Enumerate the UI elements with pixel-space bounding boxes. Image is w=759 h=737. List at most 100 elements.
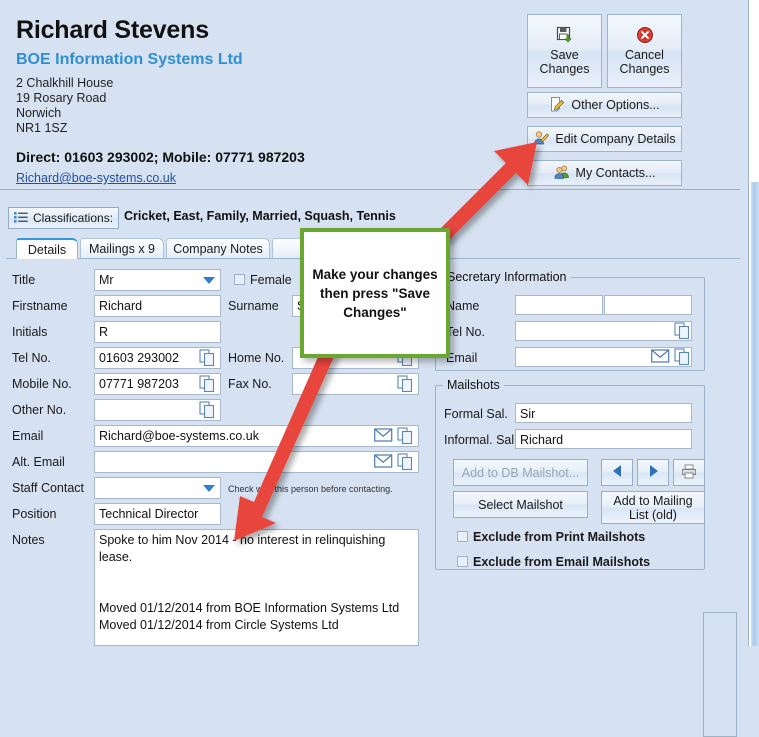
copy-pages-icon[interactable]: [199, 375, 216, 393]
chevron-down-icon: [200, 480, 218, 496]
red-cancel-circle-icon: [636, 26, 654, 44]
add-mailing-line1: Add to Mailing: [613, 493, 693, 508]
address-line: NR1 1SZ: [16, 121, 68, 135]
envelope-icon[interactable]: [374, 453, 393, 471]
exclude-email-label: Exclude from Email Mailshots: [473, 555, 651, 569]
firstname-field[interactable]: Richard: [94, 295, 221, 317]
mailshots-group-title: Mailshots: [443, 378, 504, 392]
mobile-label: Mobile No.: [12, 377, 72, 391]
save-changes-label: Save Changes: [539, 48, 589, 76]
add-to-db-mailshot-label: Add to DB Mailshot...: [461, 465, 580, 480]
list-bullets-icon: [14, 211, 28, 226]
envelope-icon[interactable]: [651, 348, 670, 366]
save-disk-icon: [556, 26, 574, 44]
chevron-down-icon: [200, 272, 218, 288]
position-label: Position: [12, 507, 57, 521]
exclude-email-checkbox[interactable]: [457, 556, 468, 567]
my-contacts-button[interactable]: My Contacts...: [527, 160, 682, 186]
copy-pages-icon[interactable]: [674, 322, 691, 340]
alt-email-label: Alt. Email: [12, 455, 65, 469]
female-label: Female: [250, 273, 292, 287]
save-changes-button[interactable]: Save Changes: [527, 14, 602, 88]
secretary-name-label: Name: [446, 299, 480, 313]
secretary-lastname-field[interactable]: [604, 295, 692, 315]
save-line1: Save: [550, 48, 579, 62]
secretary-tel-field[interactable]: [515, 321, 692, 341]
address-line: Norwich: [16, 106, 62, 120]
firstname-label: Firstname: [12, 299, 68, 313]
cancel-changes-button[interactable]: Cancel Changes: [607, 14, 682, 88]
secretary-email-label: Email: [446, 351, 478, 365]
address-block: 2 Chalkhill House 19 Rosary Road Norwich…: [16, 76, 113, 136]
contact-record-window: Richard Stevens BOE Information Systems …: [0, 0, 759, 737]
secretary-tel-label: Tel No.: [446, 325, 485, 339]
printer-icon: [681, 464, 697, 482]
save-line2: Changes: [539, 62, 590, 76]
company-name: BOE Information Systems Ltd: [16, 51, 243, 68]
cancel-line2: Changes: [619, 62, 670, 76]
surname-label: Surname: [228, 299, 279, 313]
formal-sal-field[interactable]: Sir: [515, 403, 692, 423]
instruction-callout: Make your changes then press "Save Chang…: [300, 228, 450, 358]
tab-company-notes-label: Company Notes: [173, 242, 263, 256]
initials-label: Initials: [12, 325, 48, 339]
copy-pages-icon[interactable]: [397, 453, 414, 471]
tab-details-label: Details: [27, 242, 67, 257]
copy-pages-icon[interactable]: [199, 401, 216, 419]
tab-mailings[interactable]: Mailings x 9: [80, 238, 164, 259]
add-to-db-mailshot-button[interactable]: Add to DB Mailshot...: [453, 459, 588, 486]
previous-mailshot-button[interactable]: [601, 459, 633, 486]
title-value: Mr: [99, 273, 114, 287]
staff-contact-hint: Check with this person before contacting…: [228, 484, 393, 494]
classifications-button[interactable]: Classifications:: [8, 207, 119, 229]
tab-mailings-label: Mailings x 9: [89, 242, 155, 256]
classifications-value: Cricket, East, Family, Married, Squash, …: [124, 209, 396, 223]
staff-contact-combo[interactable]: [94, 477, 221, 499]
edit-company-details-button[interactable]: Edit Company Details: [527, 126, 682, 152]
secretary-firstname-field[interactable]: [515, 295, 603, 315]
notes-field[interactable]: Spoke to him Nov 2014 - no interest in r…: [94, 529, 419, 646]
edit-company-label: Edit Company Details: [555, 132, 676, 146]
window-right-edge: [740, 0, 759, 646]
person-pencil-icon: [533, 130, 550, 149]
exclude-print-label: Exclude from Print Mailshots: [473, 530, 646, 544]
left-triangle-icon: [611, 464, 624, 481]
home-label: Home No.: [228, 351, 285, 365]
add-to-mailing-list-button[interactable]: Add to Mailing List (old): [601, 491, 705, 524]
email-field[interactable]: Richard@boe-systems.co.uk: [94, 425, 419, 447]
window-right-top-fill: [751, 0, 759, 182]
copy-pages-icon[interactable]: [674, 348, 691, 366]
copy-pages-icon[interactable]: [397, 427, 414, 445]
title-combo[interactable]: Mr: [94, 269, 221, 291]
informal-sal-field[interactable]: Richard: [515, 429, 692, 449]
address-line: 19 Rosary Road: [16, 91, 107, 105]
note-pencil-icon: [549, 96, 565, 115]
select-mailshot-button[interactable]: Select Mailshot: [453, 491, 588, 518]
initials-field[interactable]: R: [94, 321, 221, 343]
secretary-group-title: Secretary Information: [443, 270, 571, 284]
tab-details[interactable]: Details: [16, 238, 78, 259]
copy-pages-icon[interactable]: [397, 375, 414, 393]
other-options-button[interactable]: Other Options...: [527, 92, 682, 118]
alt-email-field[interactable]: [94, 451, 419, 473]
cancel-changes-label: Cancel Changes: [619, 48, 669, 76]
position-field[interactable]: Technical Director: [94, 503, 221, 525]
female-checkbox[interactable]: [234, 274, 245, 285]
next-mailshot-button[interactable]: [637, 459, 669, 486]
copy-pages-icon[interactable]: [199, 349, 216, 367]
add-mailing-line2: List (old): [629, 507, 677, 522]
cancel-line1: Cancel: [625, 48, 664, 62]
formal-sal-label: Formal Sal.: [444, 407, 508, 421]
envelope-icon[interactable]: [374, 427, 393, 445]
tel-label: Tel No.: [12, 351, 51, 365]
other-no-label: Other No.: [12, 403, 67, 417]
classifications-label: Classifications:: [33, 211, 114, 225]
two-people-icon: [554, 164, 570, 183]
right-triangle-icon: [647, 464, 660, 481]
informal-sal-label: Informal. Sal.: [444, 433, 518, 447]
tab-company-notes[interactable]: Company Notes: [166, 238, 270, 259]
print-mailshot-button[interactable]: [673, 459, 705, 486]
email-link[interactable]: Richard@boe-systems.co.uk: [16, 171, 176, 185]
email-label: Email: [12, 429, 44, 443]
exclude-print-checkbox[interactable]: [457, 531, 468, 542]
